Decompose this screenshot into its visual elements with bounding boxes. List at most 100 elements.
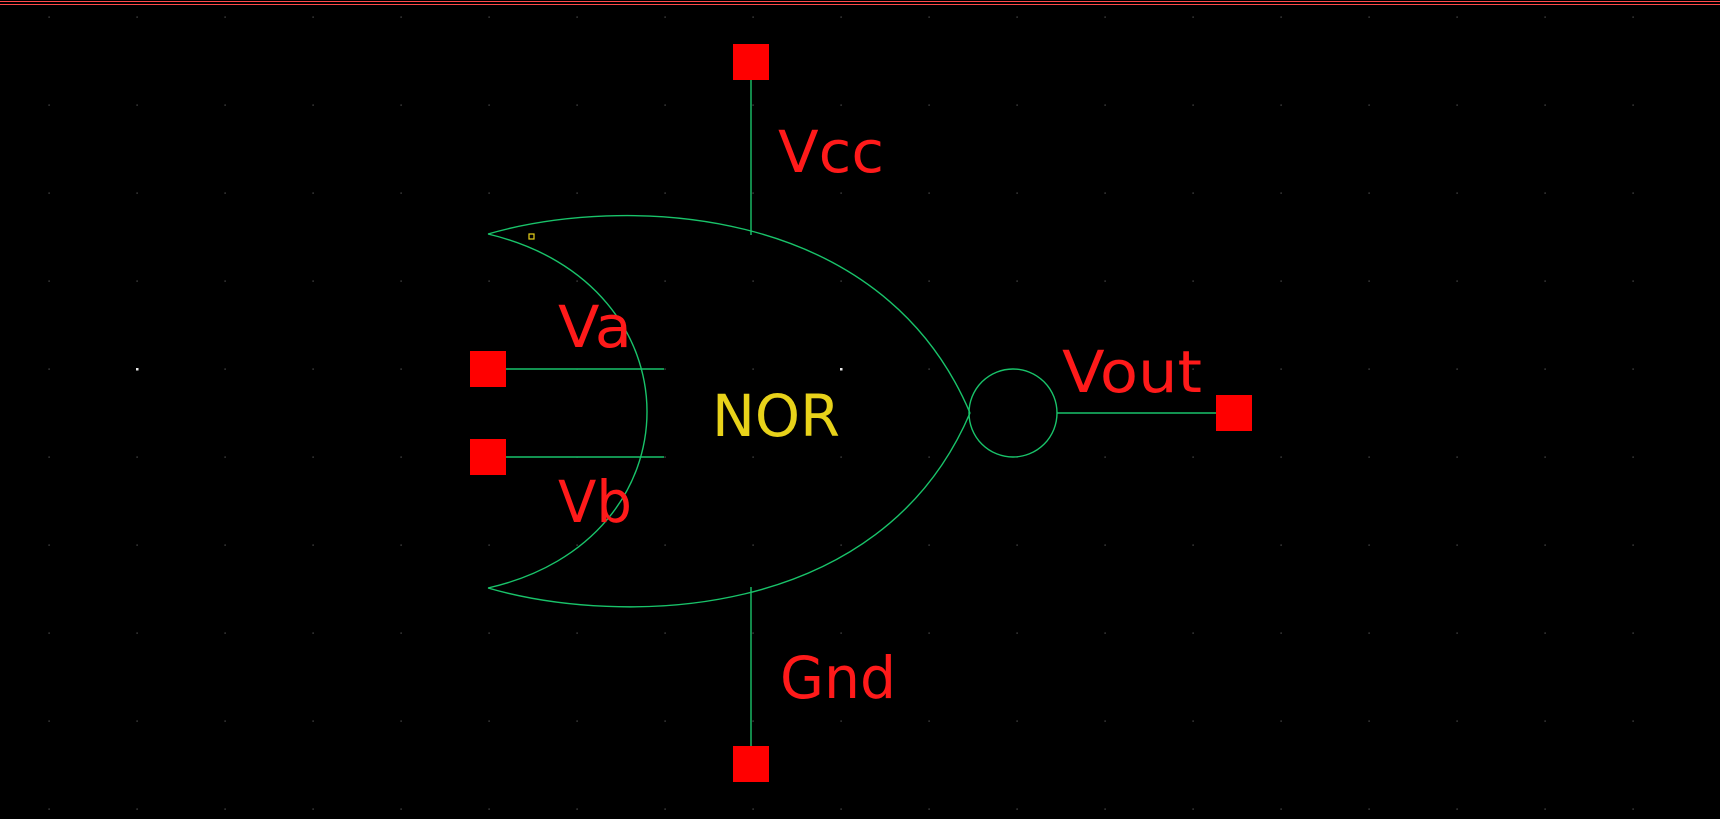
schematic-canvas[interactable]: Vcc Gnd Va Vb Vout NOR [0,0,1720,819]
grid-dot [312,808,314,810]
grid-dot [576,280,578,282]
grid-dot [136,544,138,546]
grid-dot [400,104,402,106]
grid-dot [224,456,226,458]
grid-dot [928,192,930,194]
grid-dot [576,544,578,546]
symbol-name-label: NOR [712,382,840,450]
grid-dot [136,16,138,18]
grid-dot [664,632,666,634]
grid-dot [400,544,402,546]
grid-major-dot [840,368,843,371]
grid-dot [840,16,842,18]
grid-dot [488,720,490,722]
grid-dot [928,368,930,370]
grid-dot [1016,808,1018,810]
grid-dot [576,808,578,810]
grid-dot [48,720,50,722]
grid-dot [1280,720,1282,722]
grid-dot [1632,720,1634,722]
grid-dot [840,720,842,722]
grid-dot [1456,808,1458,810]
grid-dot [48,280,50,282]
grid-dot [840,192,842,194]
grid-dot [1192,544,1194,546]
grid-dot [400,456,402,458]
grid-dot [136,192,138,194]
grid-dot [1280,280,1282,282]
grid-dot [312,544,314,546]
grid-dot [224,632,226,634]
grid-dot [1368,16,1370,18]
grid-dot [1544,104,1546,106]
grid-dot [1368,368,1370,370]
grid-dot [488,280,490,282]
pin-vcc[interactable] [733,44,769,80]
grid-dot [312,280,314,282]
grid-dot [1280,632,1282,634]
grid-dot [1368,104,1370,106]
grid-dot [224,808,226,810]
grid-dot [1456,720,1458,722]
grid-dot [1544,280,1546,282]
grid-dot [1016,544,1018,546]
grid-dot [312,632,314,634]
grid-dot [1016,632,1018,634]
grid-dot [928,544,930,546]
grid-dot [48,104,50,106]
grid-dot [1544,368,1546,370]
grid-dot [840,280,842,282]
grid-dot [1544,16,1546,18]
grid-dot [1280,104,1282,106]
grid-dot [752,16,754,18]
grid-dot [1368,808,1370,810]
pin-vout[interactable] [1216,395,1252,431]
grid-dot [1104,16,1106,18]
grid-dot [1544,456,1546,458]
grid-dot [928,280,930,282]
grid-dot [576,16,578,18]
grid-dot [1544,632,1546,634]
grid-dot [1456,104,1458,106]
grid-dot [1192,808,1194,810]
grid-dot [664,808,666,810]
pin-label-vcc: Vcc [778,118,884,186]
grid-dot [1104,632,1106,634]
grid-dot [1632,544,1634,546]
grid-dot [1632,16,1634,18]
grid-dot [1280,368,1282,370]
pin-vb[interactable] [470,439,506,475]
pin-va[interactable] [470,351,506,387]
grid-dot [136,720,138,722]
grid-dot [576,632,578,634]
grid-dot [840,808,842,810]
grid-dot [48,192,50,194]
grid-dot [664,456,666,458]
grid-dot [224,368,226,370]
grid-dot [928,808,930,810]
grid-dot [752,104,754,106]
grid-dot [752,456,754,458]
grid-dot [1192,632,1194,634]
inversion-bubble[interactable] [968,368,1058,458]
pin-label-vout: Vout [1062,338,1202,406]
pin-gnd[interactable] [733,746,769,782]
grid-dot [1104,192,1106,194]
grid-dot [312,456,314,458]
grid-dot [576,720,578,722]
grid-dot [1632,632,1634,634]
grid-dot [224,280,226,282]
pin-label-vb: Vb [558,468,632,536]
grid-dot [1632,104,1634,106]
grid-dot [1192,104,1194,106]
pin-label-gnd: Gnd [780,644,896,712]
grid-dot [664,16,666,18]
grid-dot [1016,280,1018,282]
grid-dot [752,280,754,282]
grid-dot [1104,808,1106,810]
grid-dot [136,280,138,282]
grid-dot [1544,808,1546,810]
grid-dot [48,544,50,546]
grid-dot [48,632,50,634]
grid-dot [1632,808,1634,810]
